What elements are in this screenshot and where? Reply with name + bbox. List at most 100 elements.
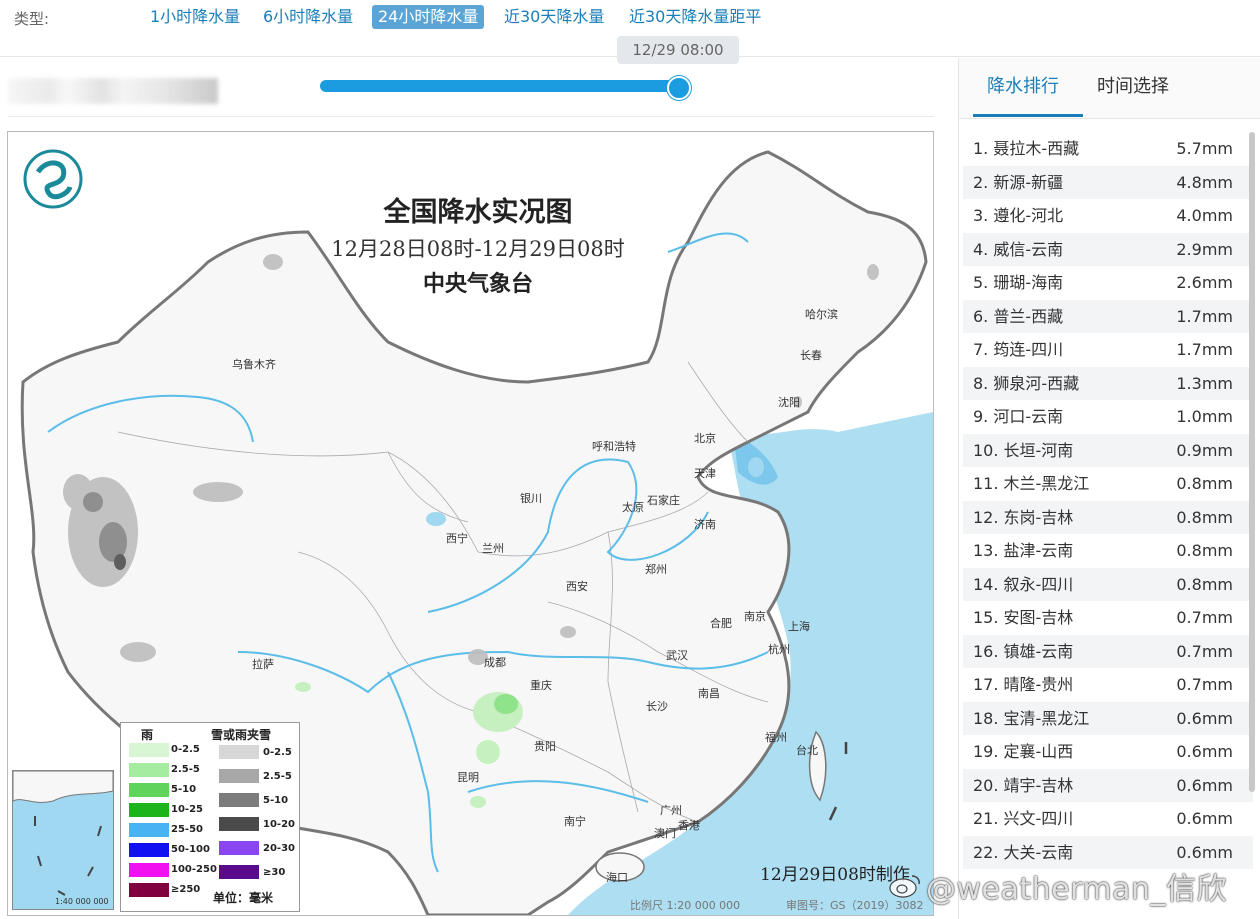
ranking-value: 0.8mm <box>1176 474 1233 493</box>
tab-time-selection[interactable]: 时间选择 <box>1097 72 1169 98</box>
ranking-station: 11. 木兰-黑龙江 <box>973 474 1090 493</box>
legend-unit: 单位：毫米 <box>213 891 274 905</box>
ranking-row[interactable]: 14. 叙永-四川 0.8mm <box>963 567 1253 601</box>
ranking-row[interactable]: 9. 河口-云南 1.0mm <box>963 400 1253 434</box>
type-option-30d-anomaly[interactable]: 近30天降水量距平 <box>623 5 767 29</box>
ranking-value: 4.0mm <box>1176 206 1233 225</box>
city-label: 昆明 <box>457 771 479 784</box>
city-label: 西安 <box>566 580 588 593</box>
type-option-1h[interactable]: 1小时降水量 <box>144 5 246 29</box>
city-label: 澳门 <box>654 827 676 840</box>
city-label: 南京 <box>744 610 766 623</box>
city-label: 南宁 <box>564 815 586 828</box>
city-label: 重庆 <box>530 679 552 692</box>
city-label: 海口 <box>606 871 628 884</box>
legend-snow-label: 10-20 <box>263 819 295 830</box>
ranking-row[interactable]: 11. 木兰-黑龙江 0.8mm <box>963 467 1253 501</box>
type-option-30d[interactable]: 近30天降水量 <box>498 5 610 29</box>
ranking-row[interactable]: 7. 筠连-四川 1.7mm <box>963 333 1253 367</box>
legend-snow-swatch <box>219 817 259 831</box>
ranking-row[interactable]: 5. 珊瑚-海南 2.6mm <box>963 266 1253 300</box>
ranking-value: 4.8mm <box>1176 172 1233 192</box>
right-panel: 降水排行 时间选择 1. 聂拉木-西藏 5.7mm 2. 新源-新疆 4.8mm 3. … <box>958 58 1260 919</box>
legend-rain-swatch <box>129 883 169 897</box>
time-slider-track[interactable] <box>320 80 680 92</box>
ranking-value: 0.8mm <box>1176 541 1233 560</box>
ranking-station: 5. 珊瑚-海南 <box>973 273 1064 292</box>
legend-rain-label: 50-100 <box>171 844 210 855</box>
legend-snow-title: 雪或雨夹雪 <box>211 728 272 742</box>
ranking-value: 2.9mm <box>1176 239 1233 259</box>
ranking-station: 14. 叙永-四川 <box>973 574 1074 594</box>
ranking-station: 6. 普兰-西藏 <box>973 306 1064 326</box>
city-label: 天津 <box>694 467 716 480</box>
legend-snow-label: 0-2.5 <box>263 747 292 758</box>
time-slider-handle[interactable] <box>667 76 691 100</box>
ranking-row[interactable]: 18. 宝清-黑龙江 0.6mm <box>963 701 1253 735</box>
ranking-row[interactable]: 16. 镇雄-云南 0.7mm <box>963 634 1253 668</box>
ranking-row[interactable]: 10. 长垣-河南 0.9mm <box>963 433 1253 467</box>
tab-precipitation-ranking[interactable]: 降水排行 <box>987 72 1059 98</box>
ranking-row[interactable]: 17. 晴隆-贵州 0.7mm <box>963 668 1253 702</box>
legend-rain-swatch <box>129 743 169 757</box>
watermark: @weatherman_信欣 <box>926 872 1228 907</box>
ranking-station: 1. 聂拉木-西藏 <box>973 139 1080 158</box>
ranking-station: 16. 镇雄-云南 <box>973 641 1074 661</box>
ranking-row[interactable]: 12. 东岗-吉林 0.8mm <box>963 500 1253 534</box>
city-label: 长沙 <box>646 700 668 713</box>
ranking-value: 1.3mm <box>1176 373 1233 393</box>
scrollbar[interactable] <box>1249 132 1255 792</box>
ranking-value: 2.6mm <box>1176 273 1233 292</box>
ranking-row[interactable]: 4. 威信-云南 2.9mm <box>963 232 1253 266</box>
ranking-station: 13. 盐津-云南 <box>973 541 1074 560</box>
ranking-value: 0.8mm <box>1176 507 1233 527</box>
map-title: 全国降水实况图 <box>383 197 573 228</box>
legend-rain-swatch <box>129 783 169 797</box>
legend-snow-label: 5-10 <box>263 795 289 806</box>
city-label: 西宁 <box>446 532 468 545</box>
ranking-row[interactable]: 19. 定襄-山西 0.6mm <box>963 735 1253 769</box>
ranking-list: 1. 聂拉木-西藏 5.7mm 2. 新源-新疆 4.8mm 3. 遵化-河北 4.0mm… <box>963 132 1253 869</box>
legend-rain-label: 2.5-5 <box>171 764 200 775</box>
legend-rain-label: 100-250 <box>171 864 217 875</box>
legend-snow-label: 2.5-5 <box>263 771 292 782</box>
ranking-station: 9. 河口-云南 <box>973 407 1064 426</box>
city-label: 北京 <box>694 432 716 445</box>
ranking-row[interactable]: 8. 狮泉河-西藏 1.3mm <box>963 366 1253 400</box>
legend-rain-label: 0-2.5 <box>171 744 200 755</box>
ranking-row[interactable]: 1. 聂拉木-西藏 5.7mm <box>963 132 1253 166</box>
ranking-value: 5.7mm <box>1176 139 1233 158</box>
ranking-row[interactable]: 2. 新源-新疆 4.8mm <box>963 165 1253 199</box>
inset-scale: 1:40 000 000 <box>55 897 109 906</box>
city-label: 银川 <box>520 492 542 505</box>
legend-rain-swatch <box>129 803 169 817</box>
legend: 雨 雪或雨夹雪 0-2.5 2.5-5 5-10 10-25 25-50 50-100 10… <box>120 722 300 912</box>
city-label: 哈尔滨 <box>805 308 838 321</box>
ranking-station: 19. 定襄-山西 <box>973 742 1074 761</box>
type-option-6h[interactable]: 6小时降水量 <box>257 5 359 29</box>
ranking-value: 0.9mm <box>1176 440 1233 460</box>
legend-rain-label: 25-50 <box>171 824 203 835</box>
ranking-value: 1.7mm <box>1176 340 1233 359</box>
ranking-row[interactable]: 15. 安图-吉林 0.7mm <box>963 601 1253 635</box>
type-option-24h[interactable]: 24小时降水量 <box>372 5 485 29</box>
ranking-row[interactable]: 13. 盐津-云南 0.8mm <box>963 534 1253 568</box>
legend-snow-swatch <box>219 769 259 783</box>
ranking-row[interactable]: 21. 兴文-四川 0.6mm <box>963 802 1253 836</box>
map-organization: 中央气象台 <box>422 271 533 297</box>
city-label: 杭州 <box>768 643 790 656</box>
ranking-value: 0.7mm <box>1176 675 1233 694</box>
city-label: 长春 <box>800 349 822 362</box>
legend-rain-label: 10-25 <box>171 804 203 815</box>
ranking-row[interactable]: 20. 靖宇-吉林 0.6mm <box>963 768 1253 802</box>
date-display-blurred <box>8 78 218 104</box>
ranking-row[interactable]: 3. 遵化-河北 4.0mm <box>963 199 1253 233</box>
legend-rain-label: 5-10 <box>171 784 197 795</box>
ranking-value: 0.6mm <box>1176 708 1233 728</box>
ranking-station: 17. 晴隆-贵州 <box>973 675 1074 694</box>
ranking-row[interactable]: 6. 普兰-西藏 1.7mm <box>963 299 1253 333</box>
ranking-station: 3. 遵化-河北 <box>973 206 1064 225</box>
ranking-station: 10. 长垣-河南 <box>973 440 1074 460</box>
ranking-value: 0.6mm <box>1176 742 1233 761</box>
city-label: 石家庄 <box>647 494 680 507</box>
